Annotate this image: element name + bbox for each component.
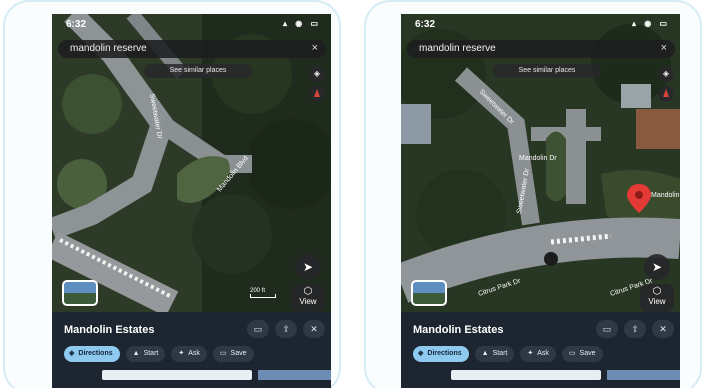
ask-icon: ✦ [527,350,534,357]
status-bar: 6:32 ▴ ◉ ▭ [401,14,680,36]
save-icon[interactable]: ▭ [596,320,618,338]
satellite-map-left[interactable]: Sweetwater Dr Mandolin Blvd [52,14,331,320]
place-label: Mandolin [651,192,680,199]
scale-text: 200 ft [250,288,266,294]
start-button[interactable]: ▲ Start [474,346,515,362]
search-query[interactable]: mandolin reserve [419,43,496,54]
layers-icon[interactable]: ◈ [309,66,325,82]
phone-screen-left: Sweetwater Dr Mandolin Blvd 6:32 ▴ ◉ ▭ m… [52,14,331,388]
street-label: Mandolin Dr [519,155,557,162]
directions-icon: ◈ [69,350,75,357]
share-icon[interactable]: ⇧ [275,320,297,338]
directions-icon: ◈ [418,350,424,357]
search-bar[interactable]: mandolin reserve × [407,40,675,58]
place-sheet: Mandolin Estates ▭ ⇧ ✕ ◈ Directions ▲ Star… [52,312,331,388]
ask-button[interactable]: ✦ Ask [520,346,556,362]
see-similar-places-chip[interactable]: See similar places [493,64,601,78]
locate-icon[interactable]: ➤ [644,254,670,280]
save-label: Save [230,350,247,357]
save-icon[interactable]: ▭ [247,320,269,338]
status-bar: 6:32 ▴ ◉ ▭ [52,14,331,36]
photo-strip-right [258,370,331,380]
save-label: Save [579,350,596,357]
view-label: View [648,297,666,306]
save-button[interactable]: ▭ Save [561,346,603,362]
status-time: 6:32 [415,19,436,30]
ask-label: Ask [537,350,549,357]
save-icon: ▭ [568,350,576,357]
ask-icon: ✦ [178,350,185,357]
map-canvas-right: Sweetwater Dr Mandolin Dr Mandolin Citru… [401,14,680,320]
photo-strip-right [607,370,680,380]
scale-bar [250,294,276,298]
compass-icon[interactable] [309,86,325,102]
action-chips: ◈ Directions ▲ Start ✦ Ask ▭ Save [413,346,603,362]
save-button[interactable]: ▭ Save [212,346,254,362]
phone-screen-right: Sweetwater Dr Mandolin Dr Mandolin Citru… [401,14,680,388]
status-time: 6:32 [66,19,87,30]
photo-strip-left [451,370,601,380]
street-view-thumbnail[interactable] [411,280,447,306]
start-icon: ▲ [481,350,489,357]
search-bar[interactable]: mandolin reserve × [58,40,326,58]
layers-icon[interactable]: ◈ [658,66,674,82]
start-icon: ▲ [132,350,140,357]
ask-label: Ask [188,350,200,357]
place-sheet: Mandolin Estates ▭ ⇧ ✕ ◈ Directions ▲ Star… [401,312,680,388]
share-icon[interactable]: ⇧ [624,320,646,338]
sheet-icon-row: ▭ ⇧ ✕ [596,320,674,338]
start-button[interactable]: ▲ Start [125,346,166,362]
locate-icon[interactable]: ➤ [295,254,321,280]
compass-icon[interactable] [658,86,674,102]
close-icon[interactable]: × [661,42,667,54]
place-title: Mandolin Estates [64,324,155,336]
directions-button[interactable]: ◈ Directions [413,346,469,362]
street-view-thumbnail[interactable] [62,280,98,306]
photo-strip-left [102,370,252,380]
view-3d-button[interactable]: ⬡ View [291,284,325,312]
directions-label: Directions [427,350,462,357]
start-label: Start [492,350,508,357]
save-icon: ▭ [219,350,227,357]
satellite-map-right[interactable]: Sweetwater Dr Mandolin Dr Mandolin Citru… [401,14,680,320]
close-sheet-icon[interactable]: ✕ [303,320,325,338]
ask-button[interactable]: ✦ Ask [171,346,207,362]
view-3d-icon: ⬡ [652,286,662,297]
directions-button[interactable]: ◈ Directions [64,346,120,362]
directions-label: Directions [78,350,113,357]
map-canvas-left: Sweetwater Dr Mandolin Blvd [52,14,331,320]
status-icons: ▴ ◉ ▭ [632,19,670,28]
comparison-stage: Sweetwater Dr Mandolin Blvd 6:32 ▴ ◉ ▭ m… [0,0,702,388]
start-label: Start [143,350,159,357]
see-similar-places-chip[interactable]: See similar places [144,64,252,78]
view-3d-icon: ⬡ [303,286,313,297]
map-scale: 200 ft [250,288,276,298]
view-3d-button[interactable]: ⬡ View [640,284,674,312]
view-label: View [299,297,317,306]
close-icon[interactable]: × [312,42,318,54]
status-icons: ▴ ◉ ▭ [283,19,321,28]
close-sheet-icon[interactable]: ✕ [652,320,674,338]
action-chips: ◈ Directions ▲ Start ✦ Ask ▭ Save [64,346,254,362]
sheet-icon-row: ▭ ⇧ ✕ [247,320,325,338]
search-query[interactable]: mandolin reserve [70,43,147,54]
place-title: Mandolin Estates [413,324,504,336]
